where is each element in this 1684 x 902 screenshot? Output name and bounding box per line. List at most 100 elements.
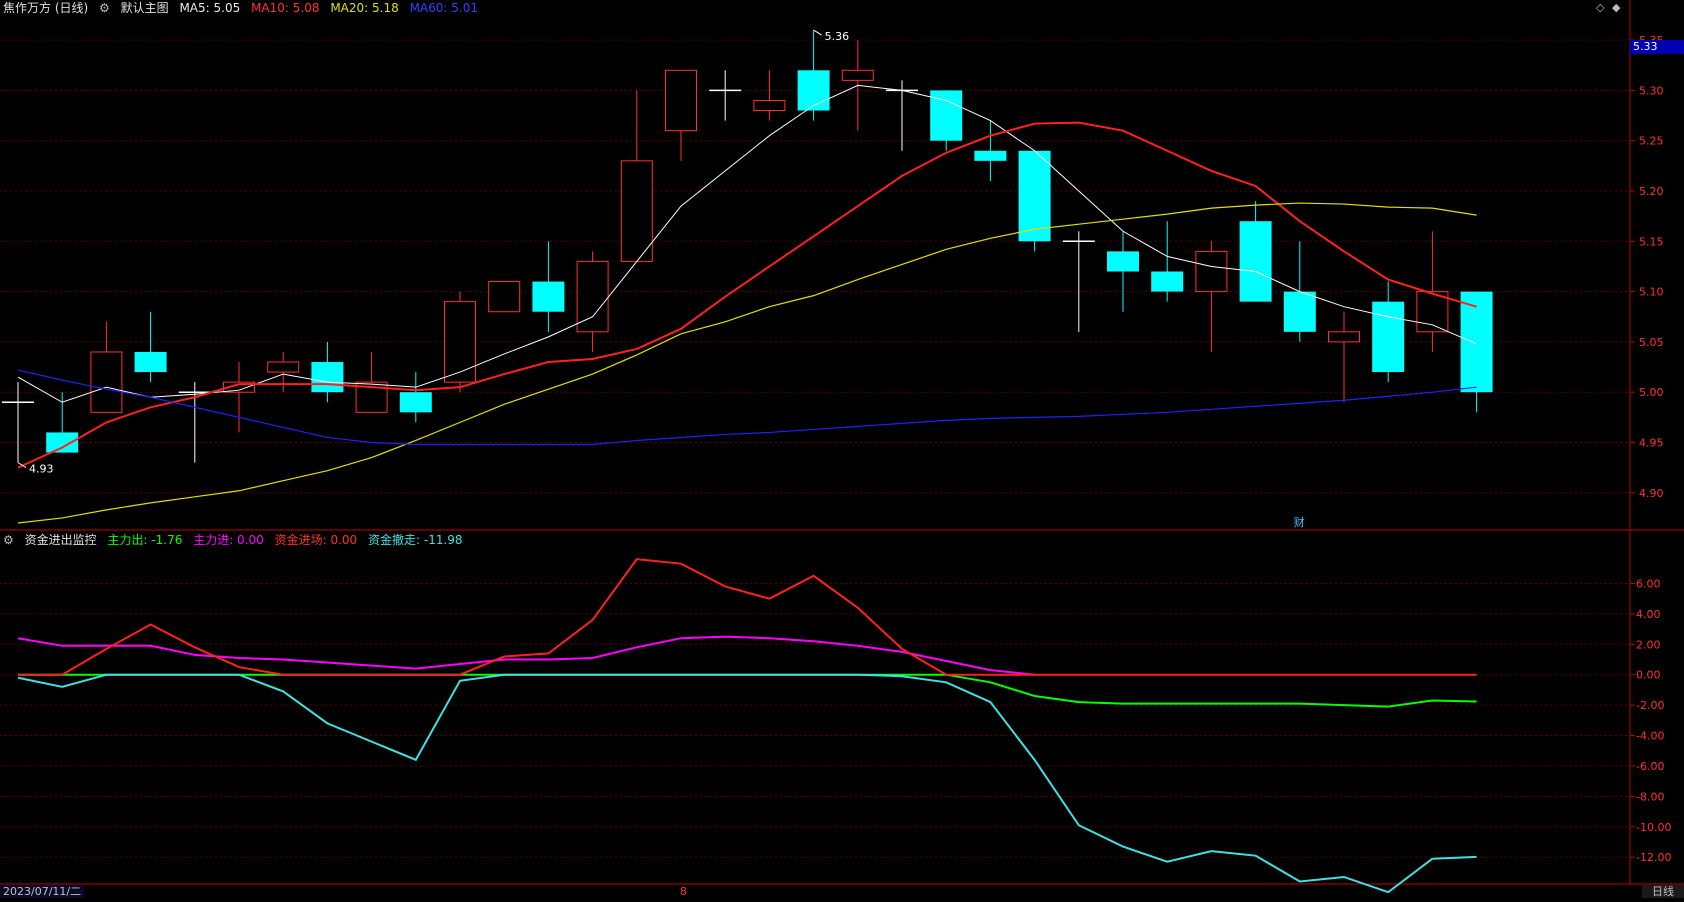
high-annotation-pointer <box>813 29 822 36</box>
indicator-axis-label: 0.00 <box>1636 669 1661 682</box>
ma60-value: MA60: 5.01 <box>409 1 478 15</box>
period-tab[interactable]: 日线 <box>1642 885 1684 898</box>
candle <box>620 90 653 262</box>
price-axis-label: 5.20 <box>1639 185 1664 198</box>
candle-body <box>399 392 432 413</box>
high-annotation: 5.36 <box>825 30 850 43</box>
candle-body <box>134 351 167 373</box>
candle <box>488 281 521 313</box>
candle <box>1195 241 1228 352</box>
price-axis-label: 4.95 <box>1639 436 1664 449</box>
indicator-name[interactable]: 资金进出监控 <box>25 533 97 547</box>
candle <box>1062 231 1095 332</box>
candle-body <box>974 150 1007 161</box>
candle-body <box>1372 301 1405 373</box>
candle <box>399 372 432 423</box>
stock-title[interactable]: 焦作万方 (日线) <box>3 1 88 15</box>
candle <box>267 351 300 393</box>
candle-body <box>797 70 830 111</box>
indicator-axis-label: -12.00 <box>1636 851 1671 864</box>
chart-canvas[interactable]: 4.904.955.005.055.105.155.205.255.305.35… <box>0 0 1684 898</box>
candle-body <box>311 362 344 393</box>
finance-marker: 财 <box>1294 515 1305 529</box>
candle <box>1328 311 1360 403</box>
candle <box>532 241 565 332</box>
indicator-axis-label: -10.00 <box>1636 821 1671 834</box>
candle <box>2 382 34 463</box>
candle <box>1018 150 1051 252</box>
candle-body <box>444 301 476 383</box>
candle <box>930 90 963 151</box>
candle-body <box>1151 271 1184 292</box>
candle-body <box>1460 291 1493 393</box>
main-in-value: 主力进: 0.00 <box>193 533 264 547</box>
candle-body <box>1107 251 1139 272</box>
candle <box>1372 281 1405 383</box>
candle <box>1151 221 1184 302</box>
candle <box>974 120 1007 181</box>
candle <box>665 69 697 161</box>
candle-body <box>90 351 123 413</box>
candle-body <box>841 69 874 81</box>
chart-window: 4.904.955.005.055.105.155.205.255.305.35… <box>0 0 1684 898</box>
candle-body <box>46 432 79 453</box>
main-chart-label[interactable]: 默认主图 <box>121 1 169 15</box>
indicator-axis-label: 2.00 <box>1636 638 1661 651</box>
candle-body <box>665 69 697 132</box>
indicator-header: ⚙ 资金进出监控 主力出: -1.76 主力进: 0.00 资金进场: 0.00… <box>3 532 470 548</box>
candle <box>753 70 786 121</box>
low-annotation: 4.93 <box>29 463 54 476</box>
indicator-axis-label: 6.00 <box>1636 577 1661 590</box>
main-out-value: 主力出: -1.76 <box>107 533 183 547</box>
candle <box>1416 231 1449 352</box>
candle <box>1107 231 1139 312</box>
main-out-line <box>18 673 1477 708</box>
candle <box>90 321 123 413</box>
candle-body <box>267 361 300 373</box>
candle <box>444 291 476 393</box>
candle-body <box>753 99 786 112</box>
ma20-value: MA20: 5.18 <box>330 1 399 15</box>
indicator-settings-gear-icon[interactable]: ⚙ <box>3 533 14 547</box>
ma10-value: MA10: 5.08 <box>251 1 320 15</box>
main-chart-header: 焦作万方 (日线) ⚙ 默认主图 MA5: 5.05 MA10: 5.08 MA… <box>3 0 485 16</box>
price-axis-label: 5.15 <box>1639 235 1664 248</box>
diamond-icon[interactable]: ◇ <box>1596 2 1604 14</box>
candle-body <box>532 281 565 312</box>
candle-body <box>1283 291 1316 332</box>
price-axis-label: 5.00 <box>1639 386 1664 399</box>
candle-body <box>1195 250 1228 293</box>
candle <box>311 341 344 403</box>
candle <box>1460 291 1493 413</box>
candle-body <box>488 281 521 313</box>
fund-out-line <box>17 673 1477 894</box>
candle-body <box>1328 331 1360 343</box>
ma5-value: MA5: 5.05 <box>179 1 241 15</box>
indicator-axis-label: -4.00 <box>1636 730 1664 743</box>
indicator-axis-label: 4.00 <box>1636 608 1661 621</box>
candle <box>134 311 167 383</box>
candle <box>797 30 830 121</box>
candle <box>46 392 79 453</box>
candle <box>1239 201 1272 302</box>
candle <box>355 351 388 413</box>
month-marker: 8 <box>680 885 687 898</box>
candle-body <box>620 160 653 262</box>
price-axis-label: 4.90 <box>1639 487 1664 500</box>
indicator-axis-label: -6.00 <box>1636 760 1664 773</box>
fund-out-value: 资金撤走: -11.98 <box>368 533 463 547</box>
price-axis-label: 5.25 <box>1639 135 1664 148</box>
indicator-axis-label: -8.00 <box>1636 790 1664 803</box>
ma60-line <box>17 369 1477 446</box>
price-axis-label: 5.05 <box>1639 336 1664 349</box>
price-axis-label: 5.10 <box>1639 286 1664 299</box>
bottom-date-label: 2023/07/11/二 <box>0 885 85 898</box>
settings-gear-icon[interactable]: ⚙ <box>99 1 110 15</box>
price-axis-label: 5.30 <box>1639 84 1664 97</box>
diamond-filled-icon[interactable]: ◆ <box>1612 2 1620 14</box>
candle-body <box>1239 221 1272 302</box>
candle <box>223 362 255 433</box>
indicator-axis-label: -2.00 <box>1636 699 1664 712</box>
candle <box>709 70 742 121</box>
candle <box>576 251 609 352</box>
